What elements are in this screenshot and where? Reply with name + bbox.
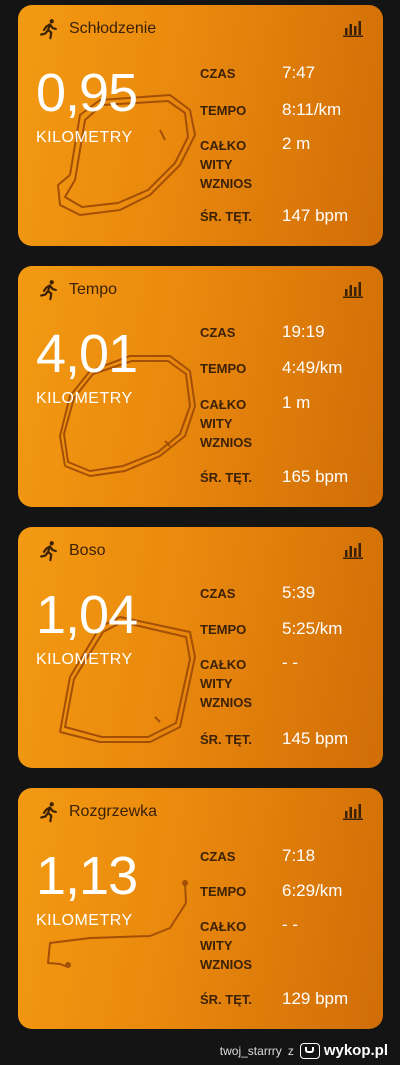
time-value: 7:18	[282, 846, 316, 865]
footer-watermark: twoj_starrry z wykop.pl	[220, 1042, 388, 1059]
bar-chart-icon[interactable]	[343, 802, 363, 820]
distance-unit: KILOMETRY	[36, 912, 133, 929]
elevation-value: - -	[282, 653, 299, 672]
time-label: CZAS	[200, 586, 236, 601]
distance-unit: KILOMETRY	[36, 651, 133, 668]
distance-value: 1,04	[36, 585, 138, 645]
activity-card-rozgrzewka[interactable]: Rozgrzewka 1,13 KILOMETRY CZAS 7:18 TEMP…	[18, 788, 383, 1029]
elevation-label-line1: CAŁKO	[200, 919, 247, 934]
site-name: wykop.pl	[323, 1042, 388, 1059]
pace-label: TEMPO	[200, 361, 247, 376]
pace-label: TEMPO	[200, 103, 247, 118]
elevation-label-line2: WITY	[200, 676, 233, 691]
footer-username: twoj_starrry	[219, 1043, 282, 1058]
pace-label: TEMPO	[200, 622, 247, 637]
elevation-label-line2: WITY	[200, 938, 233, 953]
pace-value: 8:11/km	[282, 100, 342, 119]
activity-card-tempo[interactable]: Tempo 4,01 KILOMETRY CZAS 19:19 TEMPO 4:…	[18, 266, 383, 507]
elevation-label-line3: WZNIOS	[200, 957, 252, 972]
elevation-label-line3: WZNIOS	[200, 435, 252, 450]
running-person-icon	[38, 279, 60, 301]
activity-title: Boso	[69, 542, 106, 559]
heart-rate-label: ŚR. TĘT.	[200, 992, 253, 1007]
elevation-label-line2: WITY	[200, 157, 233, 172]
heart-rate-label: ŚR. TĘT.	[200, 209, 253, 224]
card-header: Rozgrzewka	[38, 800, 157, 824]
distance-value: 4,01	[36, 324, 138, 384]
bar-chart-icon[interactable]	[343, 541, 363, 559]
card-header: Tempo	[38, 278, 117, 302]
running-person-icon	[38, 18, 60, 40]
running-person-icon	[38, 801, 60, 823]
heart-rate-value: 147 bpm	[282, 206, 349, 225]
activity-title: Rozgrzewka	[69, 803, 158, 820]
elevation-value: 1 m	[282, 393, 311, 412]
pace-value: 4:49/km	[282, 358, 343, 377]
activity-title: Tempo	[69, 281, 118, 298]
pace-label: TEMPO	[200, 884, 247, 899]
bar-chart-icon[interactable]	[343, 280, 363, 298]
heart-rate-value: 145 bpm	[282, 729, 349, 748]
elevation-label-line3: WZNIOS	[200, 695, 252, 710]
footer-connector: z	[287, 1043, 294, 1058]
time-value: 5:39	[282, 583, 316, 602]
activity-title: Schłodzenie	[69, 20, 157, 37]
heart-rate-value: 129 bpm	[282, 989, 349, 1008]
activity-card-boso[interactable]: Boso 1,04 KILOMETRY CZAS 5:39 TEMPO 5:25…	[18, 527, 383, 768]
elevation-label-line3: WZNIOS	[200, 176, 252, 191]
time-label: CZAS	[200, 849, 236, 864]
bar-chart-icon[interactable]	[343, 19, 363, 37]
running-person-icon	[38, 540, 60, 562]
distance-value: 1,13	[36, 846, 138, 906]
wykop-logo-icon	[299, 1042, 320, 1059]
time-value: 19:19	[282, 322, 325, 341]
distance-unit: KILOMETRY	[36, 129, 133, 146]
heart-rate-value: 165 bpm	[282, 467, 349, 486]
site-logo[interactable]: wykop.pl	[299, 1042, 388, 1059]
elevation-label-line2: WITY	[200, 416, 233, 431]
time-label: CZAS	[200, 66, 236, 81]
pace-value: 6:29/km	[282, 881, 343, 900]
activity-card-schlodzenie[interactable]: Schłodzenie 0,95 KILOMETRY CZAS 7:47 TEM…	[18, 5, 383, 246]
elevation-value: - -	[282, 915, 299, 934]
elevation-label-line1: CAŁKO	[200, 138, 247, 153]
elevation-value: 2 m	[282, 134, 311, 153]
distance-value: 0,95	[36, 63, 138, 123]
elevation-label-line1: CAŁKO	[200, 397, 247, 412]
heart-rate-label: ŚR. TĘT.	[200, 732, 253, 747]
pace-value: 5:25/km	[282, 619, 343, 638]
card-header: Schłodzenie	[38, 17, 156, 41]
heart-rate-label: ŚR. TĘT.	[200, 470, 253, 485]
card-header: Boso	[38, 539, 105, 563]
time-value: 7:47	[282, 63, 316, 82]
time-label: CZAS	[200, 325, 236, 340]
distance-unit: KILOMETRY	[36, 390, 133, 407]
elevation-label-line1: CAŁKO	[200, 657, 247, 672]
